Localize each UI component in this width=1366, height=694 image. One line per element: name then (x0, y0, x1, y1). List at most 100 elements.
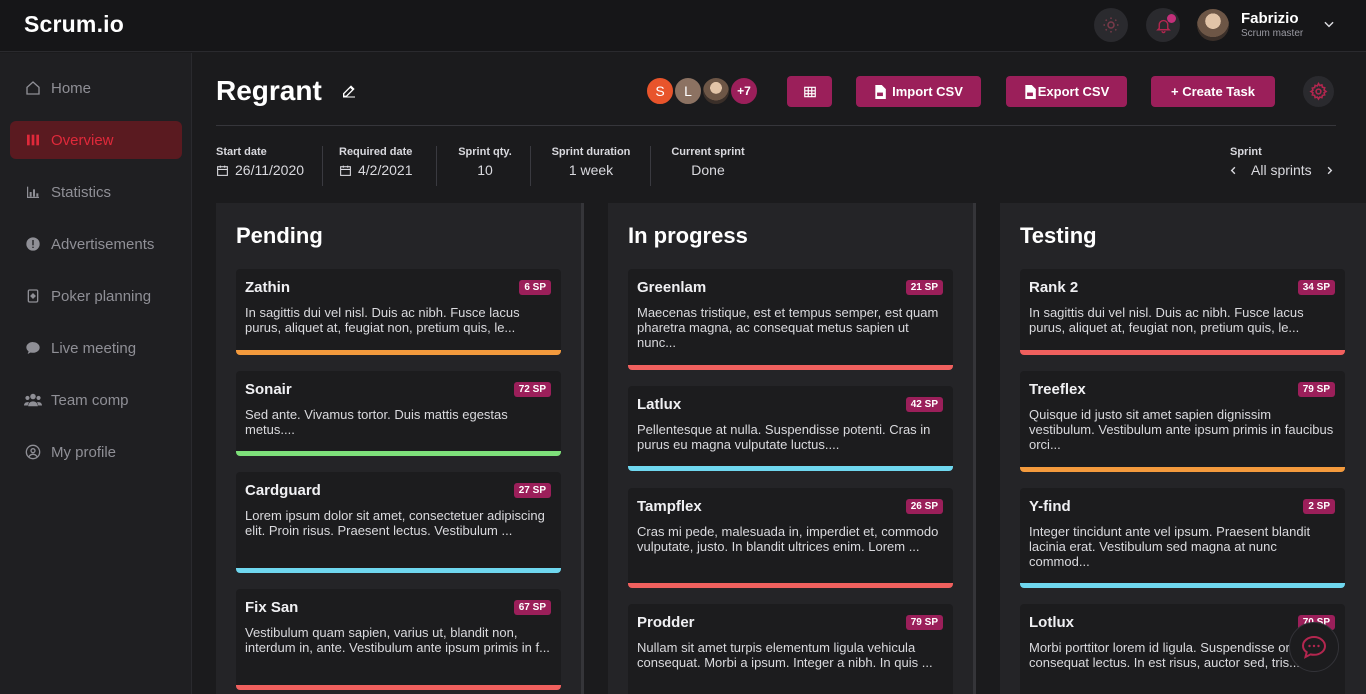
meta-divider (650, 146, 651, 186)
sidebar-item-label: Poker planning (51, 287, 152, 305)
theme-toggle-button[interactable] (1094, 8, 1128, 42)
meta-divider (530, 146, 531, 186)
sidebar-item-statistics[interactable]: Statistics (10, 173, 182, 211)
bars-icon (24, 131, 42, 149)
sprint-duration-field: Sprint duration 1 week (551, 146, 631, 178)
notifications-button[interactable] (1146, 8, 1180, 42)
app-logo[interactable]: Scrum.io (24, 11, 124, 38)
task-card[interactable]: Tampflex 26 SP Cras mi pede, malesuada i… (628, 488, 953, 588)
task-card[interactable]: Prodder 79 SP Nullam sit amet turpis ele… (628, 604, 953, 694)
task-card[interactable]: Zathin 6 SP In sagittis dui vel nisl. Du… (236, 269, 561, 355)
export-csv-label: Export CSV (1037, 84, 1110, 99)
task-card[interactable]: Greenlam 21 SP Maecenas tristique, est e… (628, 269, 953, 370)
priority-bar (1020, 583, 1345, 588)
members-more-badge[interactable]: +7 (729, 76, 759, 106)
priority-bar (236, 685, 561, 690)
column-title: In progress (628, 223, 748, 248)
sidebar-item-label: Team comp (51, 391, 129, 409)
sidebar-item-label: Advertisements (51, 235, 155, 253)
story-points-badge: 6 SP (519, 280, 551, 295)
sidebar-item-overview[interactable]: Overview (10, 121, 182, 159)
task-card[interactable]: Latlux 42 SP Pellentesque at nulla. Susp… (628, 386, 953, 471)
task-card[interactable]: Sonair 72 SP Sed ante. Vivamus tortor. D… (236, 371, 561, 456)
story-points-badge: 67 SP (513, 600, 551, 615)
user-role: Scrum master (1241, 28, 1304, 39)
column-in-progress: In progress Greenlam 21 SP Maecenas tris… (608, 203, 976, 694)
create-task-button[interactable]: + Create Task (1151, 76, 1275, 107)
priority-bar (628, 466, 953, 471)
story-points-badge: 2 SP (1303, 499, 1335, 514)
column-testing: Testing Rank 2 34 SP In sagittis dui vel… (1000, 203, 1366, 694)
sidebar-item-team-comp[interactable]: Team comp (10, 381, 182, 419)
edit-icon[interactable] (341, 83, 357, 99)
chat-icon (24, 339, 42, 357)
chat-bubble-icon (1301, 635, 1327, 659)
chat-fab-button[interactable] (1289, 622, 1339, 672)
notification-dot (1167, 14, 1176, 23)
user-icon (24, 443, 42, 461)
current-sprint-field: Current sprint Done (671, 146, 745, 178)
sprint-selector: Sprint All sprints (1228, 146, 1335, 178)
export-csv-button[interactable]: Export CSV (1006, 76, 1127, 107)
user-name: Fabrizio (1241, 10, 1299, 27)
alert-icon (24, 235, 42, 253)
sidebar-item-label: Overview (51, 131, 114, 149)
task-card[interactable]: Fix San 67 SP Vestibulum quam sapien, va… (236, 589, 561, 690)
create-task-label: + Create Task (1171, 84, 1255, 99)
main-content: Regrant S L +7 Import CSV Export CSV + C… (193, 53, 1366, 694)
priority-bar (628, 365, 953, 370)
sidebar-item-home[interactable]: Home (10, 69, 182, 107)
sprint-qty-field: Sprint qty. 10 (458, 146, 512, 178)
priority-bar (236, 350, 561, 355)
chart-icon (24, 183, 42, 201)
task-card[interactable]: Rank 2 34 SP In sagittis dui vel nisl. D… (1020, 269, 1345, 355)
member-avatar-photo[interactable] (701, 76, 731, 106)
sidebar-item-my-profile[interactable]: My profile (10, 433, 182, 471)
home-icon (24, 79, 42, 97)
sidebar-item-label: Home (51, 79, 92, 97)
sidebar-item-advertisements[interactable]: Advertisements (10, 225, 182, 263)
task-card[interactable]: Cardguard 27 SP Lorem ipsum dolor sit am… (236, 472, 561, 573)
story-points-badge: 26 SP (905, 499, 943, 514)
column-title: Testing (1020, 223, 1097, 248)
member-avatar[interactable]: S (645, 76, 675, 106)
chevron-right-icon[interactable] (1324, 165, 1335, 176)
meta-divider (322, 146, 323, 186)
chevron-left-icon[interactable] (1228, 165, 1239, 176)
sidebar: Home Overview Statistics Advertisements … (0, 53, 192, 694)
sidebar-item-label: Live meeting (51, 339, 137, 357)
csv-file-icon (1025, 84, 1036, 99)
chevron-down-icon[interactable] (1322, 17, 1336, 31)
task-card[interactable]: Y-find 2 SP Integer tincidunt ante vel i… (1020, 488, 1345, 588)
sidebar-item-poker-planning[interactable]: Poker planning (10, 277, 182, 315)
column-title: Pending (236, 223, 323, 248)
member-avatar[interactable]: L (673, 76, 703, 106)
table-icon (803, 86, 816, 97)
sidebar-item-live-meeting[interactable]: Live meeting (10, 329, 182, 367)
card-icon (24, 287, 42, 305)
story-points-badge: 42 SP (905, 397, 943, 412)
settings-button[interactable] (1303, 76, 1334, 107)
sidebar-item-label: Statistics (51, 183, 112, 201)
task-card[interactable]: Treeflex 79 SP Quisque id justo sit amet… (1020, 371, 1345, 472)
story-points-badge: 21 SP (905, 280, 943, 295)
story-points-badge: 34 SP (1297, 280, 1335, 295)
user-avatar[interactable] (1197, 9, 1229, 41)
sidebar-item-label: My profile (51, 443, 117, 461)
page-title: Regrant (216, 75, 322, 106)
team-icon (24, 391, 42, 409)
csv-file-icon (875, 84, 886, 99)
start-date-field: Start date 26/11/2020 (216, 146, 305, 178)
story-points-badge: 72 SP (513, 382, 551, 397)
table-view-button[interactable] (787, 76, 832, 107)
story-points-badge: 79 SP (1297, 382, 1335, 397)
sprint-value: All sprints (1251, 162, 1312, 178)
import-csv-button[interactable]: Import CSV (856, 76, 981, 107)
story-points-badge: 27 SP (513, 483, 551, 498)
priority-bar (1020, 350, 1345, 355)
priority-bar (236, 451, 561, 456)
priority-bar (236, 568, 561, 573)
sun-icon (1103, 17, 1119, 33)
calendar-icon (340, 165, 351, 176)
column-pending: Pending Zathin 6 SP In sagittis dui vel … (216, 203, 584, 694)
